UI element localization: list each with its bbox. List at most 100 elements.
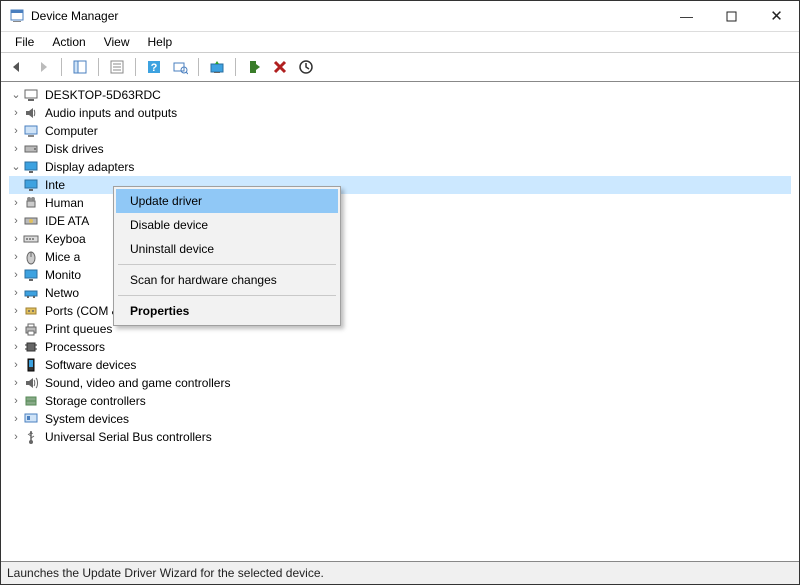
window-controls: — ✕ [664, 1, 799, 31]
chevron-right-icon[interactable]: › [9, 194, 23, 212]
tree-item-label: Audio inputs and outputs [43, 104, 179, 122]
minimize-button[interactable]: — [664, 1, 709, 31]
tree-item[interactable]: › System devices [9, 410, 791, 428]
tree-item-label: Universal Serial Bus controllers [43, 428, 214, 446]
chevron-right-icon[interactable]: › [9, 392, 23, 410]
menu-action[interactable]: Action [44, 33, 93, 51]
update-driver-toolbar-button[interactable] [205, 55, 229, 79]
toolbar: ? [1, 52, 799, 82]
chevron-right-icon[interactable]: › [9, 266, 23, 284]
tree-item-label: Print queues [43, 320, 114, 338]
chevron-right-icon[interactable]: › [9, 230, 23, 248]
device-category-icon [23, 375, 39, 391]
device-category-icon [23, 321, 39, 337]
forward-button[interactable] [31, 55, 55, 79]
tree-root[interactable]: ⌄ DESKTOP-5D63RDC [9, 86, 791, 104]
chevron-down-icon[interactable]: ⌄ [9, 158, 23, 176]
maximize-button[interactable] [709, 1, 754, 31]
device-category-icon [23, 411, 39, 427]
tree-item[interactable]: › Audio inputs and outputs [9, 104, 791, 122]
tree-item[interactable]: ⌄ Display adapters [9, 158, 791, 176]
tree-item-label: Human [43, 194, 86, 212]
close-button[interactable]: ✕ [754, 1, 799, 31]
tree-item-label: Display adapters [43, 158, 136, 176]
scan-hardware-button[interactable] [168, 55, 192, 79]
device-category-icon [23, 213, 39, 229]
tree-item[interactable]: › Disk drives [9, 140, 791, 158]
chevron-right-icon[interactable]: › [9, 104, 23, 122]
chevron-right-icon[interactable]: › [9, 122, 23, 140]
status-text: Launches the Update Driver Wizard for th… [7, 566, 324, 580]
context-update-driver[interactable]: Update driver [116, 189, 338, 213]
chevron-right-icon[interactable]: › [9, 212, 23, 230]
app-icon [9, 8, 25, 24]
device-category-icon [23, 195, 39, 211]
tree-item-label: Mice a [43, 248, 82, 266]
context-scan-hardware[interactable]: Scan for hardware changes [116, 268, 338, 292]
device-category-icon [23, 429, 39, 445]
chevron-right-icon[interactable]: › [9, 428, 23, 446]
chevron-right-icon[interactable]: › [9, 356, 23, 374]
svg-text:?: ? [151, 62, 158, 74]
disable-device-button[interactable] [294, 55, 318, 79]
context-menu: Update driver Disable device Uninstall d… [113, 186, 341, 326]
context-properties[interactable]: Properties [116, 299, 338, 323]
tree-item-label: Monito [43, 266, 83, 284]
computer-icon [23, 87, 39, 103]
device-category-icon [23, 141, 39, 157]
device-category-icon [23, 267, 39, 283]
chevron-right-icon[interactable]: › [9, 302, 23, 320]
menubar: File Action View Help [1, 31, 799, 52]
tree-item[interactable]: › Computer [9, 122, 791, 140]
tree-item-label: Keyboa [43, 230, 88, 248]
context-uninstall-device[interactable]: Uninstall device [116, 237, 338, 261]
tree-item[interactable]: › Software devices [9, 356, 791, 374]
tree-item-label: IDE ATA [43, 212, 91, 230]
chevron-right-icon[interactable]: › [9, 140, 23, 158]
tree-item[interactable]: › Processors [9, 338, 791, 356]
menu-help[interactable]: Help [140, 33, 181, 51]
chevron-right-icon[interactable]: › [9, 410, 23, 428]
menu-file[interactable]: File [7, 33, 42, 51]
device-category-icon [23, 393, 39, 409]
chevron-right-icon[interactable]: › [9, 284, 23, 302]
tree-item-label: Computer [43, 122, 100, 140]
device-category-icon [23, 303, 39, 319]
context-separator [118, 295, 336, 296]
device-category-icon [23, 159, 39, 175]
device-category-icon [23, 231, 39, 247]
chevron-right-icon[interactable]: › [9, 374, 23, 392]
tree-item-label: Software devices [43, 356, 138, 374]
tree-item[interactable]: › Sound, video and game controllers [9, 374, 791, 392]
tree-item[interactable]: › Storage controllers [9, 392, 791, 410]
device-manager-window: Device Manager — ✕ File Action View Help… [0, 0, 800, 585]
menu-view[interactable]: View [96, 33, 138, 51]
tree-item[interactable]: › Universal Serial Bus controllers [9, 428, 791, 446]
chevron-right-icon[interactable]: › [9, 338, 23, 356]
tree-item-label: Sound, video and game controllers [43, 374, 232, 392]
statusbar: Launches the Update Driver Wizard for th… [1, 562, 799, 584]
context-disable-device[interactable]: Disable device [116, 213, 338, 237]
chevron-right-icon[interactable]: › [9, 248, 23, 266]
chevron-right-icon[interactable]: › [9, 320, 23, 338]
device-category-icon [23, 249, 39, 265]
window-title: Device Manager [31, 9, 118, 23]
help-button[interactable]: ? [142, 55, 166, 79]
tree-item-label: Netwo [43, 284, 81, 302]
tree-root-label: DESKTOP-5D63RDC [43, 86, 163, 104]
properties-toolbar-button[interactable] [105, 55, 129, 79]
device-category-icon [23, 339, 39, 355]
tree-item-label: Storage controllers [43, 392, 148, 410]
context-separator [118, 264, 336, 265]
back-button[interactable] [5, 55, 29, 79]
device-category-icon [23, 123, 39, 139]
tree-item-label: Disk drives [43, 140, 106, 158]
uninstall-device-button[interactable] [268, 55, 292, 79]
tree-item-label: System devices [43, 410, 131, 428]
enable-device-button[interactable] [242, 55, 266, 79]
chevron-down-icon[interactable]: ⌄ [9, 86, 23, 104]
device-category-icon [23, 285, 39, 301]
tree-item-label: Processors [43, 338, 107, 356]
show-hide-tree-button[interactable] [68, 55, 92, 79]
display-adapter-icon [23, 177, 39, 193]
